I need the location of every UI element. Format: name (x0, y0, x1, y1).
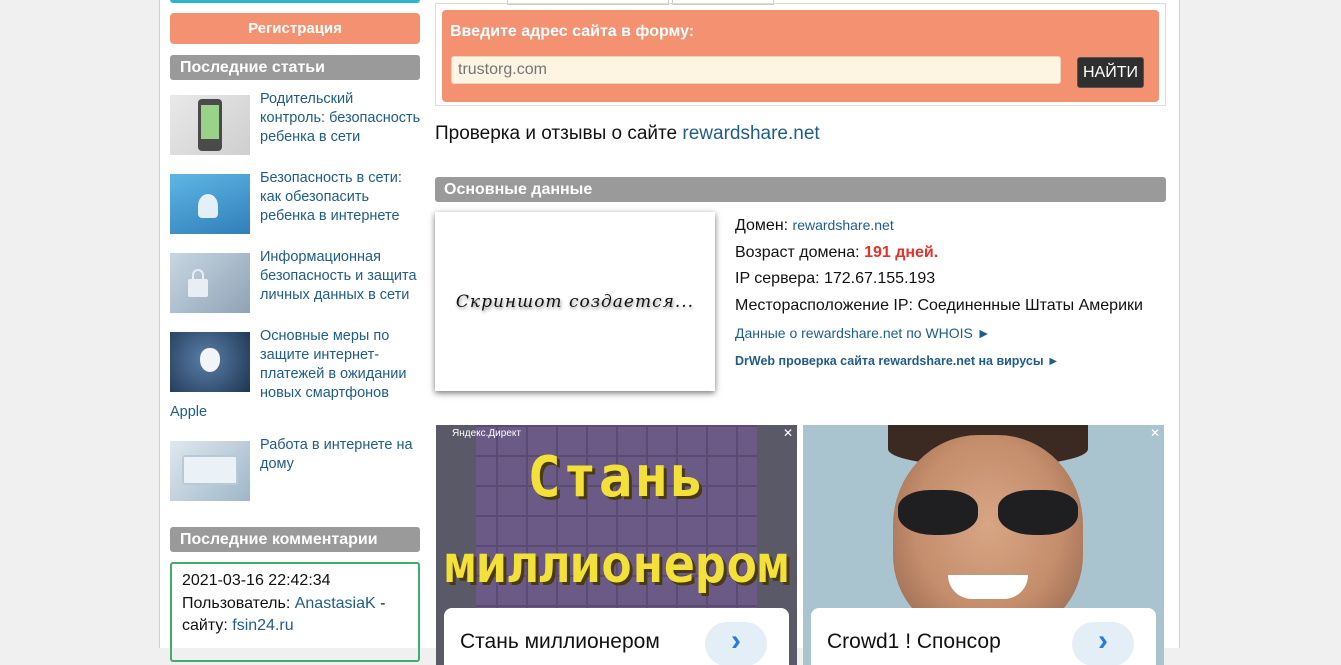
register-button[interactable]: Регистрация (170, 13, 420, 44)
comment-site-line: сайту: fsin24.ru (182, 615, 408, 638)
site-screenshot-placeholder: Скриншот создается... (435, 212, 715, 391)
drweb-row: DrWeb проверка сайта rewardshare.net на … (735, 348, 1175, 375)
domain-info: Домен: rewardshare.net Возраст домена: 1… (735, 212, 1175, 374)
comment-date: 2021-03-16 22:42:34 (182, 572, 331, 589)
article-item[interactable]: Основные меры по защите интернет-платеже… (170, 327, 422, 422)
article-item[interactable]: Информационная безопасность и защита лич… (170, 248, 422, 313)
domain-row: Домен: rewardshare.net (735, 212, 1175, 240)
top-accent-line (170, 0, 420, 3)
domain-label: Домен: (735, 217, 789, 234)
whois-link[interactable]: Данные о rewardshare.net по WHOIS ► (735, 325, 991, 341)
comment-user-label: Пользователь: (182, 594, 291, 612)
domain-age-value: 191 дней. (864, 243, 939, 261)
domain-link[interactable]: rewardshare.net (793, 217, 894, 233)
ad-card-title: Стань миллионером (460, 630, 660, 653)
arrow-right-icon[interactable] (705, 622, 767, 665)
location-label: Месторасположение IP: (735, 297, 913, 315)
ad-photo-face (893, 435, 1083, 635)
location-row: Месторасположение IP: Соединенные Штаты … (735, 293, 1175, 320)
basic-data-header: Основные данные (435, 177, 1166, 202)
close-icon[interactable]: ✕ (783, 426, 793, 440)
page-title-site-link[interactable]: rewardshare.net (682, 123, 819, 144)
comment-card: 2021-03-16 22:42:34 Пользователь: Anasta… (170, 562, 420, 662)
apple-icon[interactable] (170, 332, 250, 392)
search-label: Введите адрес сайта в форму: (450, 23, 695, 40)
article-item[interactable]: Работа в интернете на дому (170, 436, 422, 501)
ip-row: IP сервера: 172.67.155.193 (735, 266, 1175, 293)
comment-user-line: Пользователь: AnastasiaK - (182, 593, 408, 616)
ad-banner-1[interactable]: Яндекс.Директ ✕ Стань миллионером Стань … (436, 425, 797, 665)
page-title: Проверка и отзывы о сайте rewardshare.ne… (435, 123, 820, 145)
ad-photo-glasses (898, 490, 1078, 535)
comment-site-label: сайту: (182, 617, 228, 634)
page-title-prefix: Проверка и отзывы о сайте (435, 123, 678, 144)
location-value: Соединенные Штаты Америки (917, 297, 1143, 315)
find-button[interactable]: НАЙТИ (1077, 57, 1144, 88)
search-form-wrapper: Введите адрес сайта в форму: НАЙТИ (435, 3, 1166, 106)
whois-row: Данные о rewardshare.net по WHOIS ► (735, 320, 1175, 348)
ip-label: IP сервера: (735, 270, 820, 288)
network-icon[interactable] (170, 174, 250, 234)
ad-source-label: Яндекс.Директ (452, 428, 521, 439)
domain-age-row: Возраст домена: 191 дней. (735, 240, 1175, 267)
search-input[interactable] (451, 56, 1061, 84)
article-item[interactable]: Безопасность в сети: как обезопасить реб… (170, 169, 422, 234)
ad-photo-smile (948, 575, 1028, 599)
page-container: Регистрация Последние статьи Родительски… (159, 0, 1180, 665)
laptop-icon[interactable] (170, 441, 250, 501)
domain-age-label: Возраст домена: (735, 243, 860, 261)
screenshot-status-text: Скриншот создается... (455, 291, 695, 312)
ad-banner-2[interactable]: ✕ Crowd1 ! Спонсор (803, 425, 1164, 665)
search-form: Введите адрес сайта в форму: НАЙТИ (442, 10, 1159, 102)
latest-comments-header: Последние комментарии (170, 527, 420, 552)
ad-card-title: Crowd1 ! Спонсор (827, 630, 1001, 653)
comment-user-link[interactable]: AnastasiaK (295, 595, 376, 612)
latest-articles-header: Последние статьи (170, 55, 420, 80)
drweb-link[interactable]: DrWeb проверка сайта rewardshare.net на … (735, 354, 1059, 368)
ad-card[interactable]: Стань миллионером (444, 608, 789, 665)
ad-card[interactable]: Crowd1 ! Спонсор (811, 608, 1156, 665)
ip-value: 172.67.155.193 (823, 270, 936, 288)
comment-site-link[interactable]: fsin24.ru (232, 617, 293, 634)
article-item[interactable]: Родительский контроль: безопасность ребе… (170, 90, 422, 155)
lock-icon[interactable] (170, 253, 250, 313)
close-icon[interactable]: ✕ (1150, 426, 1160, 440)
comment-dash: - (380, 594, 386, 612)
phone-shield-icon[interactable] (170, 95, 250, 155)
ad-headline-2: миллионером (444, 535, 789, 595)
arrow-right-icon[interactable] (1072, 622, 1134, 665)
articles-list: Родительский контроль: безопасность ребе… (170, 90, 422, 515)
ad-headline-1: Стань (527, 445, 706, 510)
